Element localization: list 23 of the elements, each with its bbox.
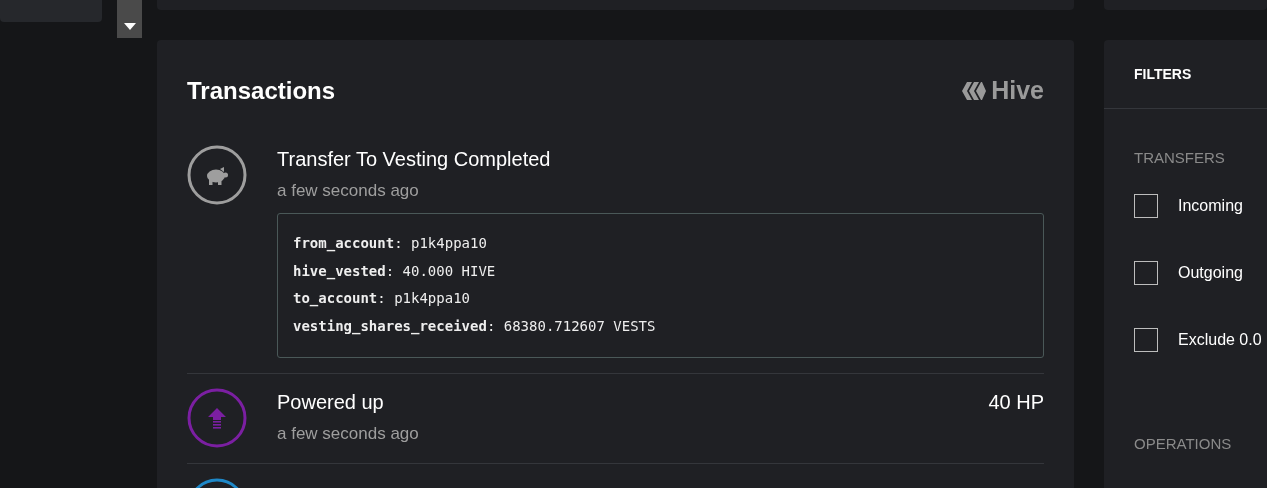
- transaction-amount: 40 HP: [988, 391, 1044, 414]
- detail-line: hive_vested: 40.000 HIVE: [293, 261, 497, 282]
- checkbox-label[interactable]: Incoming: [1178, 197, 1243, 215]
- detail-line: vesting_shares_received: 68380.712607 VESTS: [293, 316, 657, 337]
- checkbox[interactable]: [1134, 194, 1158, 218]
- transaction-title: Transfer To Vesting Completed: [277, 148, 551, 171]
- detail-line: to_account: p1k4ppa10: [293, 289, 471, 309]
- transaction-time: a few seconds ago: [277, 181, 420, 201]
- checkbox-label[interactable]: Exclude 0.0: [1178, 331, 1262, 349]
- transaction-time: a few seconds ago: [277, 424, 420, 444]
- dropdown-toggle[interactable]: [117, 0, 142, 38]
- checkbox[interactable]: [1134, 328, 1158, 352]
- section-heading: TRANSFERS: [1134, 149, 1226, 166]
- transaction-title: Powered up: [277, 391, 384, 414]
- caret-icon: [123, 23, 136, 30]
- checkbox[interactable]: [1134, 261, 1158, 285]
- hexagon-logo-icon: [961, 79, 988, 102]
- panel-title: FILTERS: [1134, 66, 1192, 82]
- section-heading: OPERATIONS: [1134, 435, 1233, 452]
- detail-line: from_account: p1k4ppa10: [293, 234, 488, 254]
- card-title: Transactions: [187, 76, 336, 105]
- checkbox-label[interactable]: Outgoing: [1178, 264, 1243, 282]
- brand-name: Hive: [991, 76, 1044, 105]
